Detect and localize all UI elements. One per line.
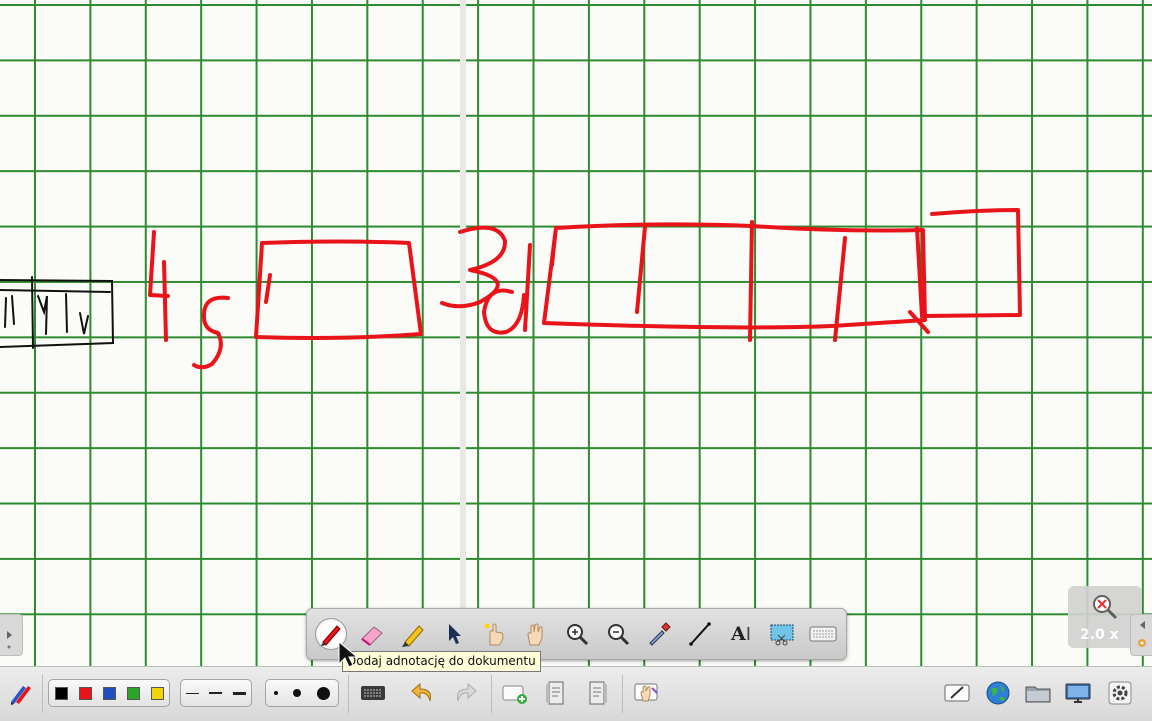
redo-icon	[457, 682, 477, 702]
line-tool[interactable]	[684, 618, 716, 650]
bottom-toolbar	[0, 666, 1152, 721]
virtual-keyboard-button[interactable]	[358, 680, 388, 706]
add-page-icon	[502, 685, 527, 704]
color-blue[interactable]	[102, 686, 116, 700]
gear-icon	[1108, 681, 1132, 705]
eraser-icon	[361, 626, 383, 646]
mouse-cursor-icon	[338, 640, 359, 668]
next-page-icon	[589, 681, 607, 705]
red-ink-drawing	[148, 208, 1022, 370]
eraser-size-large[interactable]	[317, 686, 331, 700]
previous-page-button[interactable]	[541, 680, 571, 706]
eraser-tool[interactable]	[356, 618, 388, 650]
monitor-icon	[1065, 683, 1091, 703]
zoom-in-icon	[567, 624, 589, 646]
clear-hand-icon	[634, 683, 658, 702]
line-width-thin[interactable]	[186, 692, 200, 694]
zoom-magnifier-icon	[1093, 595, 1118, 620]
label-4	[148, 230, 170, 342]
line-width-medium[interactable]	[209, 692, 223, 694]
screenshot-tool[interactable]	[766, 618, 798, 650]
arrow-cursor-icon	[449, 624, 461, 644]
color-green[interactable]	[126, 686, 140, 700]
color-black[interactable]	[54, 686, 68, 700]
highlighter-icon	[402, 625, 424, 647]
undo-icon	[411, 682, 431, 702]
line-width-thick[interactable]	[232, 691, 246, 695]
laser-pointer-tool[interactable]	[479, 618, 511, 650]
pointer-tool[interactable]	[438, 618, 470, 650]
line-icon	[689, 622, 711, 646]
highlighter-tool[interactable]	[397, 618, 429, 650]
segmented-box	[542, 222, 927, 330]
board-icon	[944, 684, 970, 702]
undo-button[interactable]	[408, 680, 438, 706]
left-panel-toggle[interactable]	[0, 614, 23, 656]
previous-page-icon	[546, 681, 564, 705]
text-cursor-icon: I	[745, 623, 752, 645]
desktop-mode-button[interactable]	[1063, 680, 1093, 706]
settings-button[interactable]	[1105, 680, 1135, 706]
keyboard-icon	[361, 686, 385, 700]
ink-layer	[0, 208, 1022, 370]
label-s	[192, 295, 230, 370]
color-yellow[interactable]	[150, 686, 164, 700]
zoom-in-tool[interactable]	[561, 618, 593, 650]
black-ink-drawing	[0, 276, 115, 349]
zoom-out-icon	[608, 624, 630, 646]
text-tool[interactable]: AI	[725, 618, 757, 650]
board-mode-button[interactable]	[942, 680, 972, 706]
keyboard-icon	[809, 626, 837, 642]
hand-icon	[527, 623, 543, 646]
box-1	[254, 239, 423, 340]
color-palette	[48, 679, 170, 707]
eraser-size-small[interactable]	[273, 691, 278, 695]
line-width-selector	[180, 679, 252, 707]
erase-annotations-button[interactable]	[632, 680, 662, 706]
right-panel-toggle[interactable]	[1130, 614, 1152, 656]
zoom-out-tool[interactable]	[602, 618, 634, 650]
laser-hand-icon	[484, 623, 504, 646]
eyedropper-icon	[649, 622, 671, 646]
pen-colors-icon	[11, 686, 31, 705]
new-page-button[interactable]	[500, 680, 530, 706]
eraser-size-medium[interactable]	[293, 689, 302, 697]
text-tool-label: A	[730, 623, 746, 645]
web-mode-button[interactable]	[983, 680, 1013, 706]
next-page-button[interactable]	[582, 680, 612, 706]
stylus-settings-button[interactable]	[6, 680, 36, 706]
screenshot-icon	[770, 624, 794, 646]
zoom-level-label: 2.0 x	[1080, 627, 1119, 643]
color-red[interactable]	[78, 686, 92, 700]
tooltip: Dodaj adnotację do dokumentu	[342, 651, 541, 672]
label-d	[482, 243, 532, 335]
hand-tool[interactable]	[520, 618, 552, 650]
globe-icon	[986, 681, 1010, 705]
redo-button[interactable]	[450, 680, 480, 706]
eraser-size-selector	[265, 679, 339, 707]
capture-tool[interactable]	[643, 618, 675, 650]
keyboard-tool[interactable]	[807, 618, 839, 650]
documents-button[interactable]	[1023, 680, 1053, 706]
folder-icon	[1025, 686, 1051, 703]
label-3	[440, 225, 507, 309]
